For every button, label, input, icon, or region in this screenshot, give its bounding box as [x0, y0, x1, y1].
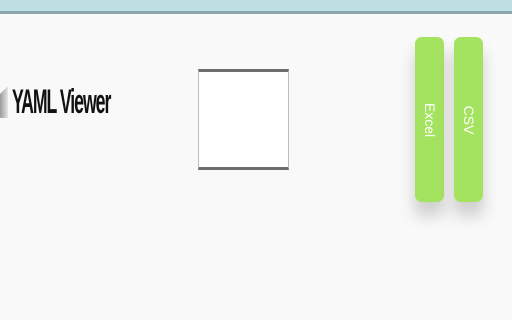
text-input[interactable] [198, 69, 289, 170]
export-excel-label: Excel [421, 102, 438, 137]
app-title: YAML Viewer [12, 82, 111, 121]
top-bar [0, 0, 512, 14]
export-excel-button[interactable]: Excel [415, 37, 444, 202]
export-csv-label: CSV [460, 105, 477, 134]
export-csv-button[interactable]: CSV [454, 37, 483, 202]
document-icon [0, 84, 10, 120]
app-brand: YAML Viewer [0, 82, 201, 122]
